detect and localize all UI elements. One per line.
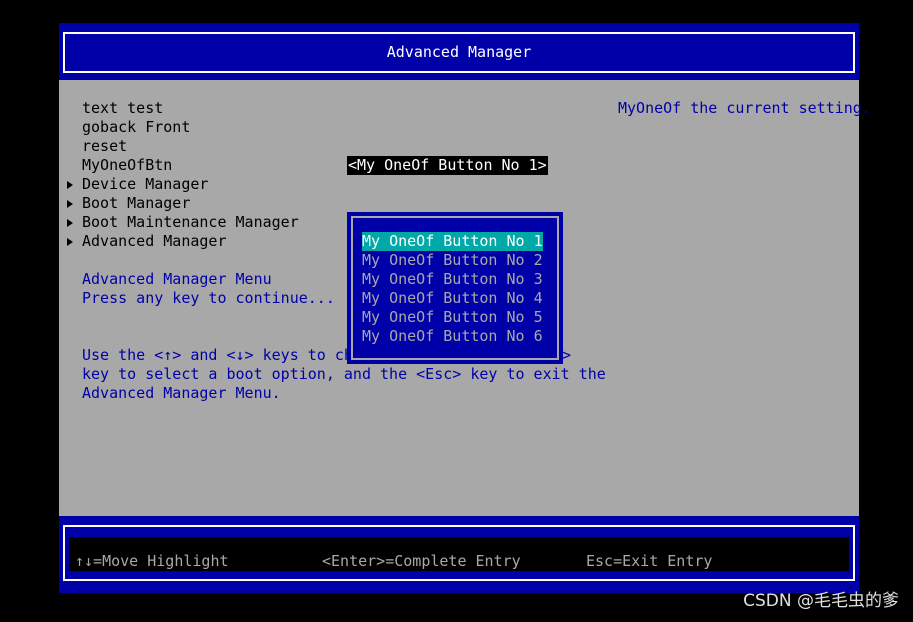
help-text: MyOneOf the current setting. bbox=[618, 99, 871, 117]
submenu-arrow-icon bbox=[67, 200, 73, 208]
submenu-arrow-icon bbox=[67, 219, 73, 227]
popup-option-6[interactable]: My OneOf Button No 6 bbox=[362, 327, 543, 346]
popup-option-4[interactable]: My OneOf Button No 4 bbox=[362, 289, 543, 308]
instruction-line-2: key to select a boot option, and the <Es… bbox=[82, 365, 606, 383]
menu-item-reset[interactable]: reset bbox=[82, 137, 127, 156]
submenu-arrow-icon bbox=[67, 181, 73, 189]
menu-item-device-manager[interactable]: Device Manager bbox=[82, 175, 208, 194]
info-menu-title: Advanced Manager Menu bbox=[82, 270, 272, 288]
menu-item-advanced-manager[interactable]: Advanced Manager bbox=[82, 232, 227, 251]
oneof-popup: My OneOf Button No 1 My OneOf Button No … bbox=[347, 212, 563, 364]
instruction-line-3: Advanced Manager Menu. bbox=[82, 384, 281, 402]
menu-item-text-test[interactable]: text test bbox=[82, 99, 163, 118]
instruction-line-1-end: > bbox=[562, 346, 572, 364]
title-bar: Advanced Manager bbox=[59, 23, 859, 80]
menu-item-boot-manager[interactable]: Boot Manager bbox=[82, 194, 190, 213]
submenu-arrow-icon bbox=[67, 238, 73, 246]
instruction-line-1: Use the <↑> and <↓> keys to choos bbox=[82, 346, 381, 364]
menu-item-goback-front[interactable]: goback Front bbox=[82, 118, 190, 137]
info-prompt: Press any key to continue... bbox=[82, 289, 335, 307]
popup-option-1[interactable]: My OneOf Button No 1 bbox=[362, 232, 543, 251]
footer-enter-hint: <Enter>=Complete Entry bbox=[322, 552, 521, 570]
watermark: CSDN @毛毛虫的爹 bbox=[743, 591, 899, 611]
title-frame: Advanced Manager bbox=[63, 32, 855, 73]
menu-item-myoneofbtn[interactable]: MyOneOfBtn bbox=[82, 156, 172, 175]
menu-item-boot-maintenance-manager[interactable]: Boot Maintenance Manager bbox=[82, 213, 299, 232]
popup-option-5[interactable]: My OneOf Button No 5 bbox=[362, 308, 543, 327]
footer-move-hint: ↑↓=Move Highlight bbox=[75, 552, 229, 570]
popup-option-2[interactable]: My OneOf Button No 2 bbox=[362, 251, 543, 270]
page-title: Advanced Manager bbox=[386, 43, 532, 61]
bios-screen: Advanced Manager text test goback Front … bbox=[59, 23, 871, 593]
footer-bar: ↑↓=Move Highlight <Enter>=Complete Entry… bbox=[59, 516, 859, 593]
myoneof-current-value[interactable]: <My OneOf Button No 1> bbox=[347, 156, 548, 175]
popup-option-3[interactable]: My OneOf Button No 3 bbox=[362, 270, 543, 289]
footer-esc-hint: Esc=Exit Entry bbox=[586, 552, 713, 570]
